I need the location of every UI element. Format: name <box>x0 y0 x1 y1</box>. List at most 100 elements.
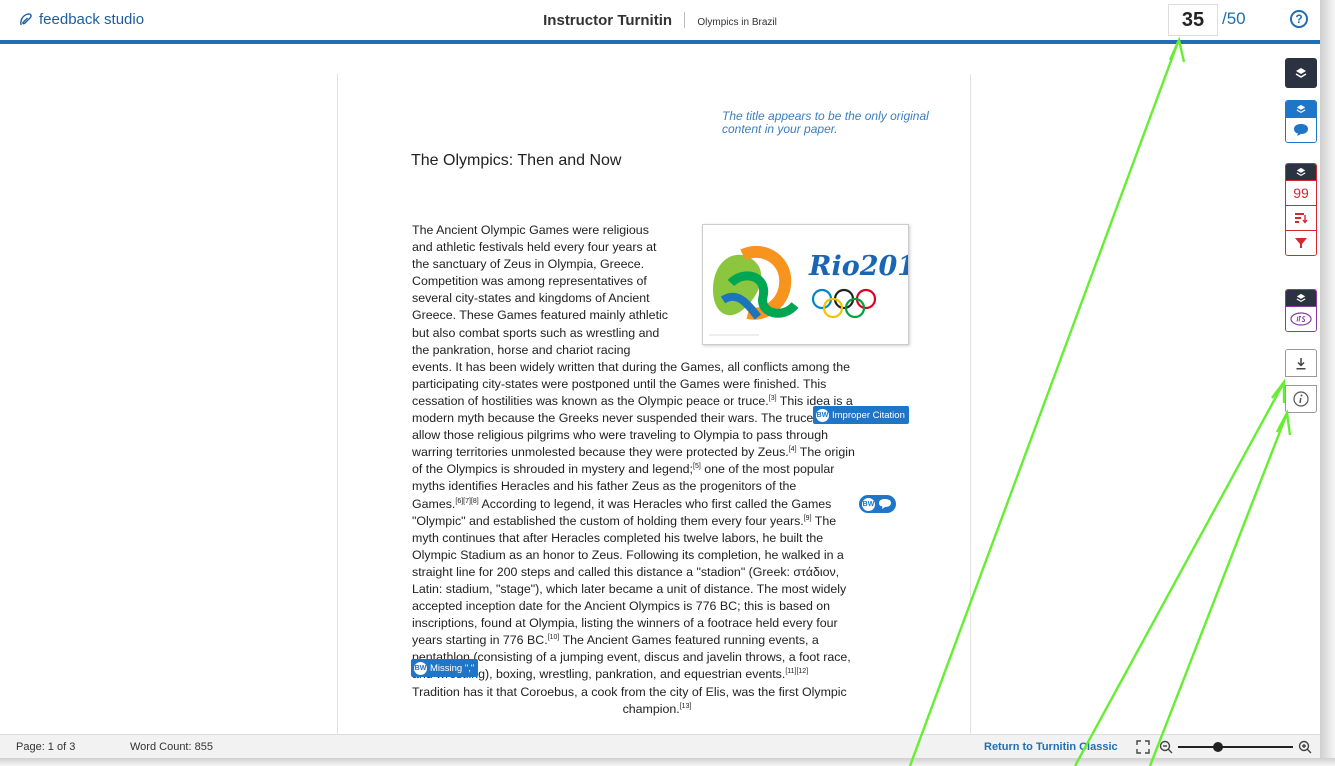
zoom-out-icon[interactable] <box>1159 740 1173 754</box>
speech-bubble-icon <box>879 499 891 509</box>
text-line-segment: Latin: stadium, "stage"), which later be… <box>412 581 847 596</box>
improper-citation-bubble[interactable]: BW Improper Citation <box>813 406 909 424</box>
similarity-group: 99 <box>1285 163 1317 256</box>
text-line-segment: of the Olympics is shrouded in mystery a… <box>412 462 693 477</box>
text-line-segment: champion. <box>622 701 680 716</box>
text-line: but also combat sports such as wrestling… <box>412 325 660 340</box>
text-line-segment: one of the most popular <box>700 462 835 477</box>
ets-icon <box>1290 312 1312 326</box>
text-line: Games.[6][7][8] According to legend, it … <box>412 496 902 513</box>
text-line-segment: accepted inception date for the Ancient … <box>412 599 831 614</box>
text-line-segment: Tradition has it that Coroebus, a cook f… <box>412 684 847 699</box>
citation-ref[interactable]: [11][12] <box>785 668 808 675</box>
grading-group <box>1285 100 1317 143</box>
text-line-segment: The <box>811 513 837 528</box>
text-line: the pankration, horse and chariot racing <box>412 342 631 357</box>
bubble-label: Improper Citation <box>832 409 905 421</box>
citation-ref[interactable]: [9] <box>804 514 812 521</box>
text-line-segment: modern myth because the Greeks never sus… <box>412 411 834 426</box>
text-line: Olympic Stadium as an honor to Zeus. Fol… <box>412 547 902 564</box>
text-line-segment: The origin <box>796 445 855 460</box>
grade-input[interactable]: 35 <box>1168 4 1218 36</box>
filter-icon <box>1295 238 1307 248</box>
text-line: The Ancient Olympic Games were religious <box>412 223 649 237</box>
zoom-slider[interactable] <box>1178 742 1293 752</box>
layers-icon <box>1296 167 1306 177</box>
text-line: years starting in 776 BC.[10] The Ancien… <box>412 632 902 649</box>
text-line: Tradition has it that Coroebus, a cook f… <box>412 684 902 701</box>
text-line: champion.[13] <box>412 701 902 718</box>
bw-badge: BW <box>816 408 829 422</box>
text-line: and athletic festivals held every four y… <box>412 240 657 255</box>
citation-ref[interactable]: [3] <box>769 395 777 402</box>
text-line: "Olympic" and established the custom of … <box>412 513 902 530</box>
info-icon <box>1293 391 1309 407</box>
text-line-segment: myth continues that after Heracles compl… <box>412 530 824 545</box>
text-line-segment: events. It has been widely written that … <box>412 359 851 374</box>
window-shadow-bottom <box>0 758 1335 766</box>
text-line-segment: myths identifies Heracles and his father… <box>412 479 797 494</box>
text-line-segment: straight line for 200 steps and called t… <box>412 564 840 579</box>
text-line-segment: Games. <box>412 496 456 511</box>
comments-button[interactable] <box>1286 117 1316 142</box>
citation-ref[interactable]: [10] <box>548 634 560 641</box>
etr-layer-head[interactable] <box>1286 290 1316 306</box>
zoom-in-icon[interactable] <box>1298 740 1312 754</box>
text-line: the sanctuary of Zeus in Olympia, Greece… <box>412 257 645 272</box>
text-line: several city-states and kingdoms of Anci… <box>412 291 650 306</box>
text-line: pentathlon (consisting of a jumping even… <box>412 649 902 666</box>
bw-badge: BW <box>414 661 427 675</box>
zoom-slider-handle[interactable] <box>1212 742 1223 752</box>
citation-ref[interactable]: [4] <box>789 446 797 453</box>
grade-total: /50 <box>1222 9 1246 28</box>
text-line: Latin: stadium, "stage"), which later be… <box>412 581 902 598</box>
layers-icon <box>1296 104 1306 114</box>
paper-title: Olympics in Brazil <box>697 17 777 28</box>
fullscreen-icon[interactable] <box>1136 740 1150 754</box>
text-line-segment: The Ancient Games featured running event… <box>559 633 819 648</box>
similarity-layer-head[interactable] <box>1286 164 1316 180</box>
layers-button[interactable] <box>1285 58 1317 88</box>
citation-ref[interactable]: [13] <box>680 703 692 710</box>
status-bar: Page: 1 of 3 Word Count: 855 Return to T… <box>0 734 1320 758</box>
title-divider <box>684 12 686 28</box>
text-line-segment: Olympic Stadium as an honor to Zeus. Fol… <box>412 547 844 562</box>
text-line-segment: According to legend, it was Heracles who… <box>478 496 832 511</box>
citation-ref[interactable]: [5] <box>693 463 701 470</box>
etr-group <box>1285 289 1317 332</box>
assignment-header: Instructor Turnitin Olympics in Brazil <box>0 12 1320 29</box>
ets-button[interactable] <box>1286 306 1316 331</box>
missing-comma-bubble[interactable]: BW Missing "," <box>411 659 479 677</box>
text-line-segment: inscriptions, found at Olympia, listing … <box>412 616 838 631</box>
document-viewer[interactable]: The title appears to be the only origina… <box>0 48 1320 734</box>
download-button[interactable] <box>1285 349 1317 377</box>
text-line: Competition was among representatives of <box>412 274 647 289</box>
submission-info-button[interactable] <box>1285 385 1317 413</box>
return-to-classic-link[interactable]: Return to Turnitin Classic <box>984 741 1118 753</box>
layers-icon <box>1296 293 1306 303</box>
instructor-title: Instructor Turnitin <box>543 12 673 29</box>
text-line: of the Olympics is shrouded in mystery a… <box>412 461 902 478</box>
text-line: participating city-states were postponed… <box>412 376 902 393</box>
text-line-segment: cessation of hostilities was known as th… <box>412 393 769 408</box>
text-line: events. It has been widely written that … <box>412 359 902 376</box>
text-line: straight line for 200 steps and called t… <box>412 564 902 581</box>
document-title: The Olympics: Then and Now <box>411 152 622 169</box>
citation-ref[interactable]: [6][7][8] <box>455 497 478 504</box>
similarity-score-button[interactable]: 99 <box>1286 180 1316 205</box>
text-line-segment: allow those religious pilgrims who were … <box>412 428 828 443</box>
bw-badge: BW <box>862 497 875 511</box>
text-line-segment: warring territories unmolested because t… <box>412 445 789 460</box>
grading-layer-head[interactable] <box>1286 101 1316 117</box>
feedback-comment[interactable]: The title appears to be the only origina… <box>722 110 950 136</box>
text-line: accepted inception date for the Ancient … <box>412 598 902 615</box>
top-bar: feedback studio Instructor Turnitin Olym… <box>0 0 1320 44</box>
comment-bubble[interactable]: BW <box>859 495 896 513</box>
paper-page: The title appears to be the only origina… <box>337 74 971 734</box>
text-line: myth continues that after Heracles compl… <box>412 530 902 547</box>
filter-button[interactable] <box>1286 230 1316 255</box>
match-overview-button[interactable] <box>1286 205 1316 230</box>
bubble-label: Missing "," <box>430 662 475 674</box>
help-icon[interactable]: ? <box>1290 10 1308 28</box>
text-line: allow those religious pilgrims who were … <box>412 427 902 444</box>
